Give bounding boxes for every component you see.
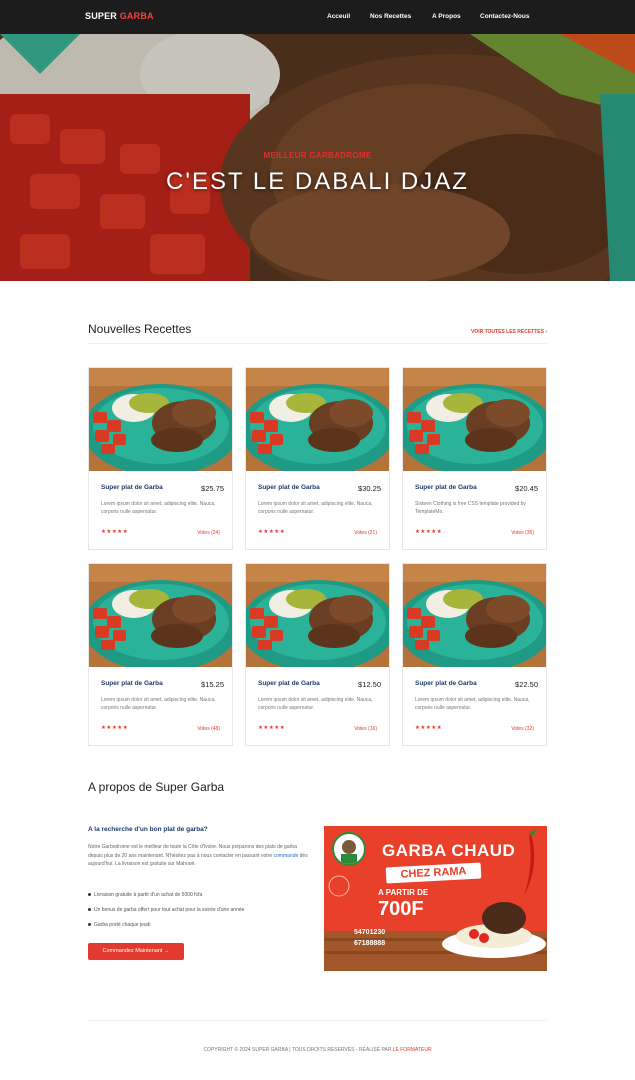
promo-logo-icon (332, 832, 366, 866)
nav-contact[interactable]: Contactez-Nous (480, 13, 529, 20)
recipe-price: $12.50 (358, 680, 381, 689)
recipe-image[interactable] (403, 368, 546, 471)
bullet-text: Un bonus de garba offert pour tout achat… (94, 907, 245, 913)
recipes-title: Nouvelles Recettes (88, 322, 192, 336)
recipe-votes: Votes (21) (354, 530, 377, 536)
footer-text: COPYRIGHT © 2024 SUPER GARBA | TOUS DROI… (203, 1047, 393, 1053)
about-text-part: Notre Garbodrome est le meilleur de tout… (88, 844, 297, 859)
promo-price: 700F (378, 898, 424, 920)
brand-logo[interactable]: SUPER GARBA (85, 11, 154, 21)
recipe-votes: Votes (36) (511, 530, 534, 536)
recipe-image[interactable] (246, 368, 389, 471)
recipe-card[interactable]: Super plat de Garba $30.25 Lorem ipsum dol… (245, 367, 390, 550)
bullet-icon (88, 908, 91, 912)
recipe-price: $15.25 (201, 680, 224, 689)
hero-banner: MEILLEUR GARBADROME C'EST LE DABALI DJAZ (0, 34, 635, 281)
bullet-text: Garba porté chaque jeudi (94, 922, 151, 928)
recipe-name[interactable]: Super plat de Garba (415, 484, 477, 491)
recipe-name[interactable]: Super plat de Garba (101, 484, 163, 491)
recipe-votes: Votes (16) (354, 726, 377, 732)
recipe-name[interactable]: Super plat de Garba (101, 680, 163, 687)
brand-text: SUPER (85, 11, 120, 21)
recipe-votes: Votes (48) (197, 726, 220, 732)
recipe-votes: Votes (32) (511, 726, 534, 732)
recipe-description: Lorem ipsum dolor sit amet, adipiscing e… (258, 501, 373, 515)
recipe-image[interactable] (246, 564, 389, 667)
recipe-price: $25.75 (201, 484, 224, 493)
about-title: A propos de Super Garba (88, 780, 225, 794)
recipe-image[interactable] (89, 564, 232, 667)
recipe-card[interactable]: Super plat de Garba $20.45 Sixteen Clothin… (402, 367, 547, 550)
recipe-description: Lorem ipsum dolor sit amet, adipiscing e… (101, 697, 216, 711)
see-all-recipes-link[interactable]: VOIR TOUTES LES RECETTES › (450, 329, 547, 335)
promo-phone-2: 67188888 (354, 940, 386, 947)
bullet-item: Livraison gratuite à partir d'un achat d… (88, 892, 312, 907)
rating-stars-icon: ★★★★★ (258, 529, 286, 535)
footer-author-link[interactable]: LE FORMATEUR (393, 1047, 432, 1053)
bullet-text: Livraison gratuite à partir d'un achat d… (94, 892, 203, 898)
nav-apropos[interactable]: A Propos (432, 13, 461, 20)
recipe-description: Sixteen Clothing is free CSS template pr… (415, 501, 526, 515)
bullet-icon (88, 923, 91, 927)
nav-recettes[interactable]: Nos Recettes (370, 13, 411, 20)
navbar: SUPER GARBA Acceuil Nos Recettes A Propo… (0, 0, 635, 34)
rating-stars-icon: ★★★★★ (101, 725, 129, 731)
recipe-name[interactable]: Super plat de Garba (258, 680, 320, 687)
recipe-price: $22.50 (515, 680, 538, 689)
footer-divider (88, 1020, 547, 1021)
brand-accent-text: GARBA (119, 11, 154, 21)
rating-stars-icon: ★★★★★ (415, 529, 443, 535)
recipe-description: Lorem ipsum dolor sit amet, adipiscing e… (415, 697, 530, 711)
bullet-item: Garba porté chaque jeudi (88, 922, 312, 937)
about-order-link[interactable]: commande (274, 853, 299, 859)
recipe-card[interactable]: Super plat de Garba $12.50 Lorem ipsum dol… (245, 563, 390, 746)
footer-copyright: COPYRIGHT © 2024 SUPER GARBA | TOUS DROI… (0, 1047, 635, 1053)
recipe-description: Lorem ipsum dolor sit amet, adipiscing e… (101, 501, 216, 515)
promo-from-label: A PARTIR DE (378, 888, 429, 897)
recipe-card[interactable]: Super plat de Garba $25.75 Lorem ipsum dol… (88, 367, 233, 550)
recipe-card[interactable]: Super plat de Garba $15.25 Lorem ipsum dol… (88, 563, 233, 746)
about-bullets: Livraison gratuite à partir d'un achat d… (88, 892, 312, 937)
promo-phone-1: 54701230 (354, 929, 386, 936)
section-divider (88, 343, 547, 344)
about-paragraph: Notre Garbodrome est le meilleur de tout… (88, 843, 312, 869)
recipe-card[interactable]: Super plat de Garba $22.50 Lorem ipsum dol… (402, 563, 547, 746)
hero-kicker: MEILLEUR GARBADROME (263, 151, 372, 160)
about-question: A la recherche d'un bon plat de garba? (88, 826, 208, 833)
rating-stars-icon: ★★★★★ (415, 725, 443, 731)
recipe-image[interactable] (403, 564, 546, 667)
recipe-price: $20.45 (515, 484, 538, 493)
recipe-price: $30.25 (358, 484, 381, 493)
bullet-item: Un bonus de garba offert pour tout achat… (88, 907, 312, 922)
rating-stars-icon: ★★★★★ (101, 529, 129, 535)
bullet-icon (88, 893, 91, 897)
recipe-name[interactable]: Super plat de Garba (415, 680, 477, 687)
nav-accueil[interactable]: Acceuil (327, 13, 350, 20)
recipe-votes: Votes (24) (197, 530, 220, 536)
promo-image: GARBA CHAUD CHEZ RAMA A PARTIR DE 700F 5… (324, 826, 547, 971)
rating-stars-icon: ★★★★★ (258, 725, 286, 731)
promo-headline: GARBA CHAUD (382, 841, 516, 860)
order-now-button[interactable]: Commandez Maintenant → (88, 943, 184, 960)
hero-title: C'EST LE DABALI DJAZ (166, 168, 469, 195)
recipe-image[interactable] (89, 368, 232, 471)
recipe-description: Lorem ipsum dolor sit amet, adipiscing e… (258, 697, 373, 711)
recipe-name[interactable]: Super plat de Garba (258, 484, 320, 491)
